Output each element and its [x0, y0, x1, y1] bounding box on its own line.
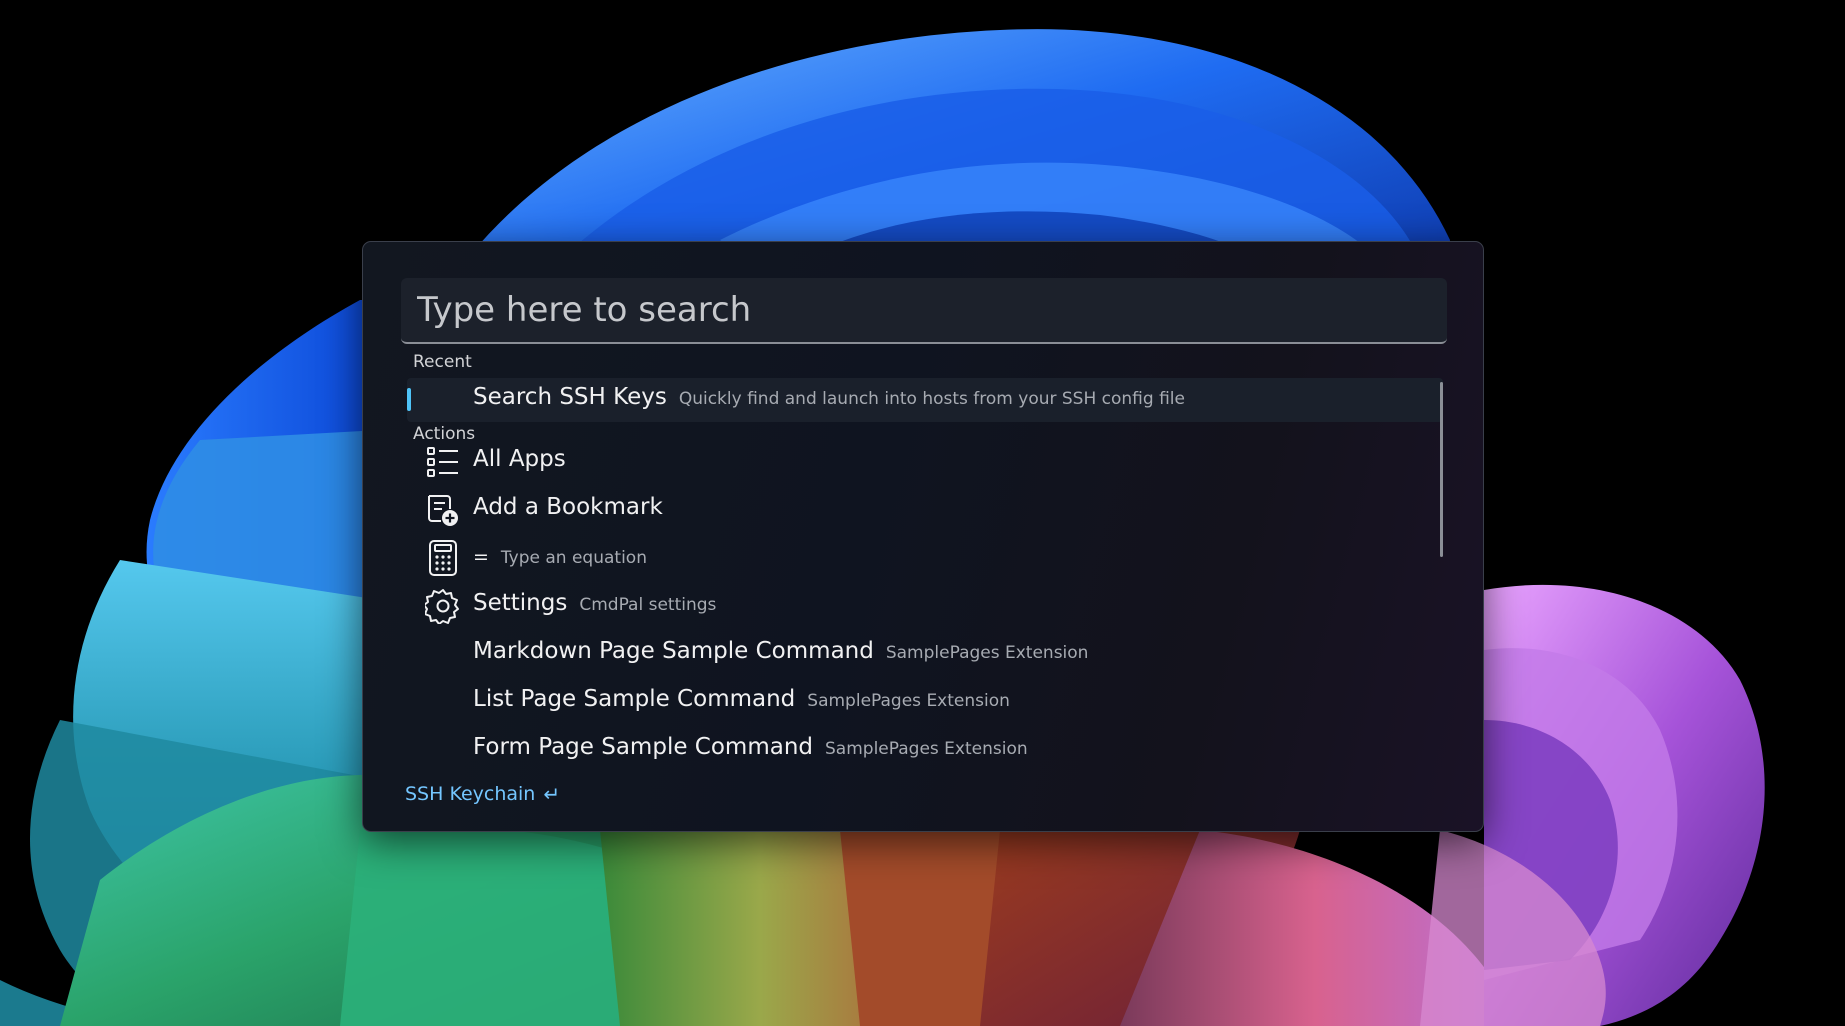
item-title: Settings [473, 590, 568, 616]
list-item-list-page-sample[interactable]: List Page Sample Command SamplePages Ext… [407, 680, 1443, 724]
list-item-form-page-sample[interactable]: Form Page Sample Command SamplePages Ext… [407, 728, 1443, 760]
search-box[interactable] [401, 278, 1447, 344]
section-header-recent: Recent [413, 352, 472, 372]
item-title: Add a Bookmark [473, 494, 663, 520]
footer-command-label: SSH Keychain [405, 783, 536, 805]
item-subtitle: CmdPal settings [579, 595, 717, 615]
list-item-markdown-page-sample[interactable]: Markdown Page Sample Command SamplePages… [407, 632, 1443, 676]
selection-indicator [407, 388, 411, 411]
list-item-calculator[interactable]: = Type an equation [407, 536, 1443, 580]
calculator-icon [425, 540, 461, 576]
item-title: List Page Sample Command [473, 686, 796, 712]
item-subtitle: SamplePages Extension [825, 739, 1028, 759]
item-title: Form Page Sample Command [473, 734, 814, 760]
item-title: Markdown Page Sample Command [473, 638, 874, 664]
list-item-settings[interactable]: Settings CmdPal settings [407, 584, 1443, 628]
search-input[interactable] [401, 278, 1447, 342]
results-scrollbar[interactable] [1440, 382, 1443, 557]
list-item-search-ssh-keys[interactable]: Search SSH Keys Quickly find and launch … [407, 378, 1443, 422]
enter-key-icon: ↵ [543, 782, 561, 806]
bookmark-add-icon [425, 492, 461, 528]
gear-icon [425, 588, 461, 624]
command-palette-window: Recent Search SSH Keys Quickly find and … [362, 241, 1484, 832]
item-subtitle: Quickly find and launch into hosts from … [678, 389, 1185, 409]
item-title: All Apps [473, 446, 566, 472]
item-title: Search SSH Keys [473, 384, 667, 410]
list-item-add-bookmark[interactable]: Add a Bookmark [407, 488, 1443, 532]
results-list[interactable]: Recent Search SSH Keys Quickly find and … [401, 352, 1465, 760]
list-item-all-apps[interactable]: All Apps [407, 440, 1443, 484]
item-subtitle: SamplePages Extension [885, 643, 1089, 663]
item-title: = [473, 546, 489, 568]
item-subtitle: Type an equation [500, 548, 647, 568]
list-icon [425, 444, 461, 480]
footer-primary-command[interactable]: SSH Keychain ↵ [405, 782, 560, 806]
item-subtitle: SamplePages Extension [807, 691, 1010, 711]
